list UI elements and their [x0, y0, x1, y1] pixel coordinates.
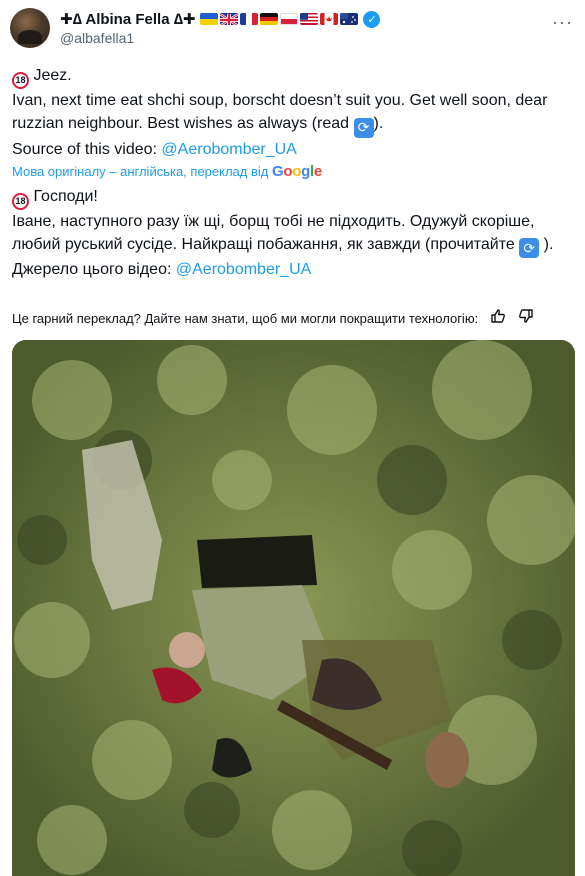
translation-note[interactable]: Мова оригіналу – англійська, переклад ві… — [12, 163, 572, 181]
adult-content-icon: 18 — [12, 72, 29, 89]
original-line-1: 18 Jeez. — [12, 64, 572, 89]
original-source-line: Source of this video: @Aerobomber_UA — [12, 140, 297, 158]
refresh-icon: ⟳ — [519, 238, 540, 258]
refresh-icon: ⟳ — [353, 117, 374, 138]
more-options-icon[interactable]: ··· — [552, 12, 573, 33]
avatar[interactable] — [10, 8, 50, 48]
poland-flag-icon — [280, 13, 299, 25]
usa-flag-icon — [300, 13, 319, 25]
translated-line-2: Іване, наступного разу їж щі, борщ тобі … — [12, 210, 572, 258]
thumbs-up-icon[interactable] — [490, 308, 506, 328]
germany-flag-icon — [260, 13, 279, 25]
ukraine-flag-icon — [200, 13, 219, 25]
uk-flag-icon — [220, 13, 239, 25]
translated-source-line: Джерело цього відео: @Aerobomber_UA — [12, 261, 312, 278]
tweet-header: ✚∆ Albina Fella ∆✚ ✓ @albafella1 ··· — [10, 8, 575, 52]
australia-flag-icon — [340, 13, 359, 25]
author-name-row[interactable]: ✚∆ Albina Fella ∆✚ ✓ — [60, 10, 381, 28]
handle[interactable]: @albafella1 — [60, 30, 134, 46]
feedback-prompt: Це гарний переклад? Дайте нам знати, щоб… — [12, 310, 479, 326]
drone-footage-image — [12, 340, 575, 876]
verified-badge-icon: ✓ — [363, 10, 381, 28]
display-name[interactable]: ✚∆ Albina Fella ∆✚ — [60, 10, 195, 28]
source-link[interactable]: @Aerobomber_UA — [161, 141, 296, 158]
original-line-2: Ivan, next time eat shchi soup, borscht … — [12, 89, 572, 138]
tweet-body: 18 Jeez. Ivan, next time eat shchi soup,… — [12, 64, 572, 281]
translation-feedback: Це гарний переклад? Дайте нам знати, щоб… — [12, 308, 577, 328]
translated-line-1: 18 Господи! — [12, 185, 572, 210]
translated-source-link[interactable]: @Aerobomber_UA — [176, 261, 311, 278]
flag-emojis — [200, 13, 359, 25]
france-flag-icon — [240, 13, 259, 25]
adult-content-icon: 18 — [12, 192, 29, 210]
video-thumbnail[interactable] — [12, 340, 575, 876]
canada-flag-icon — [320, 13, 339, 25]
google-logo: Google — [272, 162, 322, 180]
thumbs-down-icon[interactable] — [518, 308, 534, 328]
